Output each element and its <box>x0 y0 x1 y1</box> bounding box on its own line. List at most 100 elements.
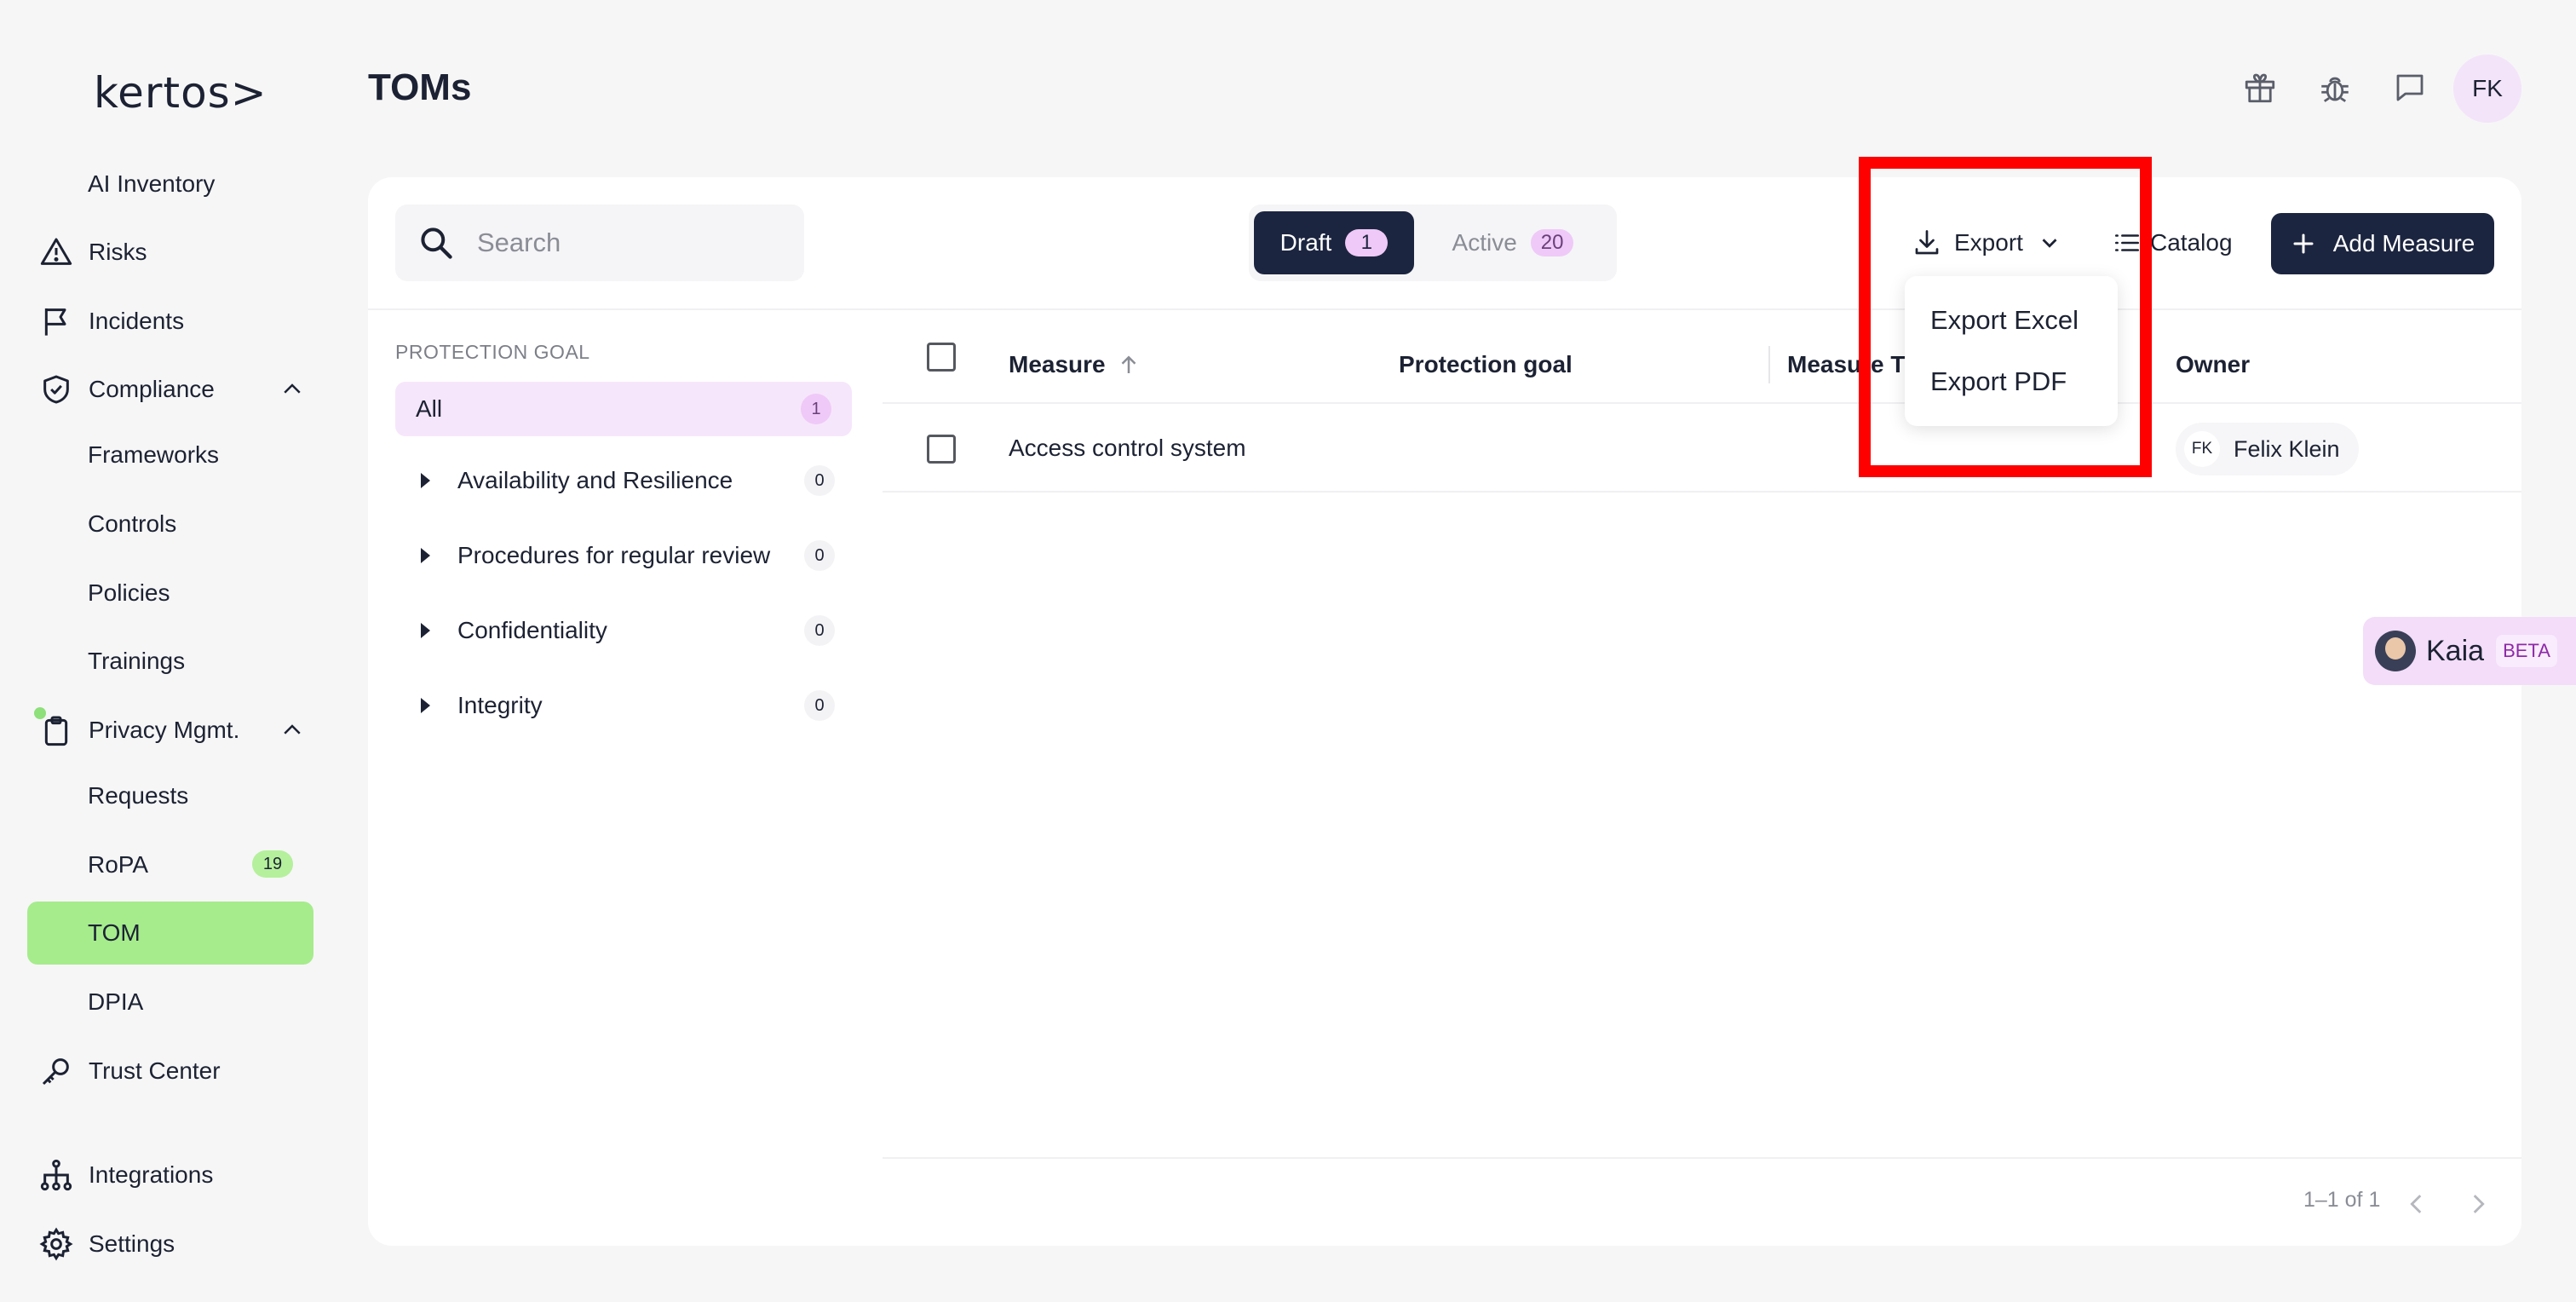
sidebar-item-integrations[interactable]: Integrations <box>39 1149 213 1201</box>
tab-label: Active <box>1452 229 1517 256</box>
column-label: Owner <box>2176 351 2251 377</box>
sidebar-item-label: Requests <box>88 782 189 809</box>
tab-label: Draft <box>1279 229 1332 256</box>
filter-label: Availability and Resilience <box>457 467 733 493</box>
sidebar-item-incidents[interactable]: Incidents <box>39 296 184 347</box>
divider <box>883 1157 2521 1159</box>
cell-measure[interactable]: Access control system <box>1009 406 1246 491</box>
table-row[interactable]: Access control system FK Felix Klein <box>883 406 2521 493</box>
sidebar-item-tom-active-bg[interactable] <box>27 902 313 965</box>
highlight-box <box>1859 157 2152 477</box>
sidebar-item-label: Compliance <box>89 376 215 402</box>
select-all-checkbox[interactable] <box>927 343 956 372</box>
column-header-protection-goal[interactable]: Protection goal <box>1399 326 1573 404</box>
owner-chip[interactable]: FK Felix Klein <box>2176 423 2359 475</box>
clipboard-icon <box>39 713 73 747</box>
filter-availability-resilience[interactable]: Availability and Resilience 0 <box>417 455 835 506</box>
pagination-info: 1–1 of 1 <box>2303 1188 2381 1212</box>
filter-label: Integrity <box>457 692 543 718</box>
avatar: FK <box>2184 431 2220 467</box>
chat-icon[interactable] <box>2392 70 2428 106</box>
plus-icon <box>2293 233 2314 254</box>
divider <box>368 308 2521 310</box>
sidebar-item-label: Settings <box>89 1230 175 1257</box>
key-icon <box>39 1054 73 1088</box>
sidebar-item-label: TOM <box>88 919 141 946</box>
assistant-name: Kaia <box>2426 634 2485 667</box>
sidebar-item-dpia[interactable]: DPIA <box>88 976 143 1028</box>
sidebar-item-controls[interactable]: Controls <box>88 498 176 550</box>
filter-procedures-review[interactable]: Procedures for regular review 0 <box>417 530 835 581</box>
sidebar-item-label: RoPA <box>88 851 149 878</box>
search-placeholder: Search <box>477 228 561 257</box>
beta-badge: BETA <box>2496 635 2557 667</box>
search-input[interactable]: Search <box>395 205 804 281</box>
caret-right-icon[interactable] <box>421 548 430 563</box>
tab-count-badge: 20 <box>1530 229 1574 256</box>
filter-count-badge: 0 <box>804 615 835 646</box>
sidebar-item-label: Controls <box>88 510 177 537</box>
user-avatar[interactable]: FK <box>2453 55 2521 123</box>
ropa-count-badge: 19 <box>252 850 293 878</box>
sidebar-item-label: Incidents <box>89 308 185 334</box>
sidebar-item-policies[interactable]: Policies <box>88 567 170 619</box>
hierarchy-icon <box>39 1158 73 1192</box>
caret-right-icon[interactable] <box>421 473 430 488</box>
sidebar-item-privacy-mgmt[interactable]: Privacy Mgmt. <box>39 705 239 756</box>
sidebar-item-requests[interactable]: Requests <box>88 770 188 821</box>
sidebar-item-label: Policies <box>88 579 170 606</box>
app-logo[interactable]: kertos> <box>94 68 267 118</box>
sidebar-item-tom[interactable]: TOM <box>88 907 141 959</box>
sidebar-item-label: Trainings <box>88 648 186 674</box>
catalog-label: Catalog <box>2150 229 2233 256</box>
sidebar-item-label: DPIA <box>88 988 144 1015</box>
filter-all[interactable]: All 1 <box>395 382 852 436</box>
avatar <box>2375 631 2416 671</box>
sidebar-item-compliance[interactable]: Compliance <box>39 364 215 415</box>
filter-count-badge: 0 <box>804 465 835 496</box>
sidebar-item-label: AI Inventory <box>88 170 216 197</box>
sidebar-item-settings[interactable]: Settings <box>39 1218 175 1270</box>
row-checkbox[interactable] <box>927 435 956 464</box>
column-label: Measure <box>1009 351 1106 377</box>
sidebar-item-label: Trust Center <box>89 1057 221 1084</box>
chevron-up-icon[interactable] <box>279 717 305 743</box>
column-header-measure[interactable]: Measure <box>1009 326 1141 404</box>
chevron-left-icon[interactable] <box>2402 1190 2431 1218</box>
sidebar-item-trust-center[interactable]: Trust Center <box>39 1046 221 1097</box>
column-header-owner[interactable]: Owner <box>2176 326 2250 404</box>
sidebar-item-label: Integrations <box>89 1161 214 1188</box>
protection-goal-heading: PROTECTION GOAL <box>395 341 590 363</box>
sort-ascending-icon[interactable] <box>1116 352 1141 377</box>
caret-right-icon[interactable] <box>421 623 430 638</box>
tab-count-badge: 1 <box>1345 229 1389 256</box>
sidebar-item-trainings[interactable]: Trainings <box>88 636 185 687</box>
caret-right-icon[interactable] <box>421 698 430 713</box>
warning-icon <box>39 235 73 269</box>
gift-icon[interactable] <box>2242 70 2278 106</box>
sidebar-item-ai-inventory[interactable]: AI Inventory <box>88 158 215 210</box>
tab-draft[interactable]: Draft 1 <box>1254 211 1414 274</box>
chevron-up-icon[interactable] <box>279 377 305 402</box>
sidebar-item-label: Risks <box>89 239 147 265</box>
flag-icon <box>39 304 73 338</box>
filter-count-badge: 0 <box>804 540 835 571</box>
filter-count-badge: 1 <box>801 394 831 424</box>
bug-icon[interactable] <box>2317 70 2353 106</box>
filter-integrity[interactable]: Integrity 0 <box>417 680 835 731</box>
chevron-right-icon[interactable] <box>2464 1190 2493 1218</box>
kaia-assistant-button[interactable]: Kaia BETA <box>2363 617 2576 685</box>
filter-count-badge: 0 <box>804 690 835 721</box>
sidebar-item-risks[interactable]: Risks <box>39 227 147 278</box>
table-header: Measure Protection goal Measure T Owner <box>883 326 2521 404</box>
page-title: TOMs <box>368 66 472 108</box>
sidebar: kertos> AI Inventory Risks Incidents Com… <box>0 0 341 1302</box>
add-measure-button[interactable]: Add Measure <box>2271 213 2494 274</box>
column-divider[interactable] <box>1768 346 1770 383</box>
add-measure-label: Add Measure <box>2332 230 2475 256</box>
sidebar-item-ropa[interactable]: RoPA <box>88 839 148 890</box>
filter-confidentiality[interactable]: Confidentiality 0 <box>417 605 835 656</box>
filter-label: All <box>416 395 443 422</box>
sidebar-item-frameworks[interactable]: Frameworks <box>88 429 219 481</box>
tab-active[interactable]: Active 20 <box>1414 211 1612 274</box>
